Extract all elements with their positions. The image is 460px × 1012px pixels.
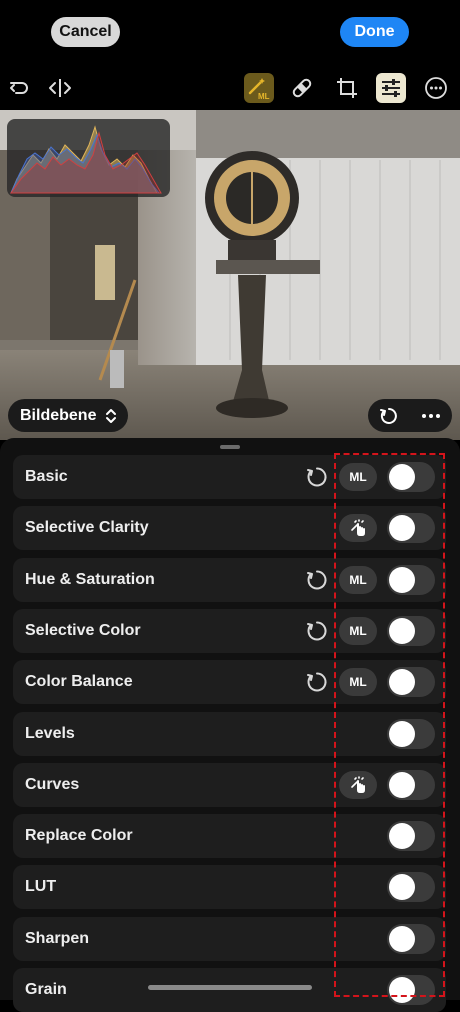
more-circle-icon[interactable] (421, 73, 451, 103)
adjustment-label: LUT (25, 878, 57, 896)
undo-icon[interactable] (4, 73, 34, 103)
hand-pointer-icon[interactable] (339, 514, 377, 543)
reset-adjustment-icon[interactable] (305, 568, 329, 592)
adjustment-row[interactable]: LUT (13, 865, 446, 910)
hand-pointer-icon[interactable] (339, 770, 377, 799)
enable-toggle[interactable] (387, 872, 435, 903)
adjustment-row[interactable]: Levels (13, 711, 446, 756)
toggle-knob (389, 823, 415, 850)
bandage-heal-icon[interactable] (287, 73, 317, 103)
enable-toggle[interactable] (387, 513, 435, 544)
enable-toggle[interactable] (387, 667, 435, 698)
adjustment-label: Levels (25, 724, 75, 742)
ml-badge[interactable]: ML (339, 616, 377, 645)
enable-toggle[interactable] (387, 615, 435, 646)
ml-badge[interactable]: ML (339, 463, 377, 491)
ml-tool-badge: ML (258, 92, 270, 101)
enable-toggle[interactable] (387, 718, 435, 749)
adjustment-label: Hue & Saturation (25, 570, 155, 588)
adjustment-label: Curves (25, 775, 80, 793)
adjustment-row[interactable]: Basic ML (13, 455, 446, 499)
toggle-knob (389, 515, 415, 542)
toggle-knob (389, 464, 415, 490)
enable-toggle[interactable] (387, 923, 435, 954)
enable-toggle[interactable] (387, 821, 435, 852)
toggle-knob (389, 771, 415, 798)
layer-selector-label: Bildebene (20, 406, 97, 424)
ml-badge[interactable]: ML (339, 565, 377, 594)
adjustment-label: Color Balance (25, 673, 133, 691)
photo-action-group (368, 399, 452, 432)
more-dots-icon[interactable] (410, 399, 452, 432)
adjustment-label: Selective Color (25, 621, 141, 639)
adjustment-label: Sharpen (25, 929, 90, 947)
adjustment-row[interactable]: Sharpen (13, 916, 446, 961)
home-indicator (148, 985, 312, 990)
adjustment-row[interactable]: Hue & Saturation ML (13, 557, 446, 602)
toggle-knob (389, 874, 415, 901)
adjustment-label: Selective Clarity (25, 519, 149, 537)
adjustments-sliders-icon[interactable] (376, 73, 406, 103)
adjustment-row[interactable]: Color Balance ML (13, 660, 446, 705)
top-bar: Cancel Done ML (0, 0, 460, 110)
compare-split-icon[interactable] (45, 73, 75, 103)
reset-adjustment-icon[interactable] (305, 619, 329, 643)
toggle-knob (389, 720, 415, 747)
enable-toggle[interactable] (387, 462, 435, 492)
reset-adjustment-icon[interactable] (305, 670, 329, 694)
enable-toggle[interactable] (387, 975, 435, 1005)
adjustment-row[interactable]: Selective Clarity (13, 506, 446, 551)
adjustment-row[interactable]: Curves (13, 762, 446, 807)
reset-icon[interactable] (368, 399, 410, 432)
toggle-knob (389, 925, 415, 952)
ml-magic-wand-icon[interactable]: ML (244, 73, 274, 103)
crop-icon[interactable] (332, 73, 362, 103)
cancel-button[interactable]: Cancel (51, 17, 120, 47)
toggle-knob (389, 617, 415, 644)
histogram-overlay[interactable] (7, 119, 170, 197)
enable-toggle[interactable] (387, 564, 435, 595)
chevron-up-down-icon (104, 407, 118, 430)
done-button[interactable]: Done (340, 17, 409, 47)
adjustment-row[interactable]: Grain (13, 968, 446, 1012)
adjustment-row[interactable]: Replace Color (13, 814, 446, 859)
toggle-knob (389, 566, 415, 593)
adjustment-label: Replace Color (25, 827, 133, 845)
reset-adjustment-icon[interactable] (305, 465, 329, 489)
enable-toggle[interactable] (387, 769, 435, 800)
sheet-grab-handle[interactable] (220, 445, 240, 449)
adjustment-label: Grain (25, 981, 67, 998)
ml-badge[interactable]: ML (339, 668, 377, 697)
toggle-knob (389, 669, 415, 696)
adjustment-label: Basic (25, 468, 68, 485)
adjustment-row[interactable]: Selective Color ML (13, 608, 446, 653)
toggle-knob (389, 977, 415, 1003)
layer-selector[interactable]: Bildebene (8, 399, 128, 432)
